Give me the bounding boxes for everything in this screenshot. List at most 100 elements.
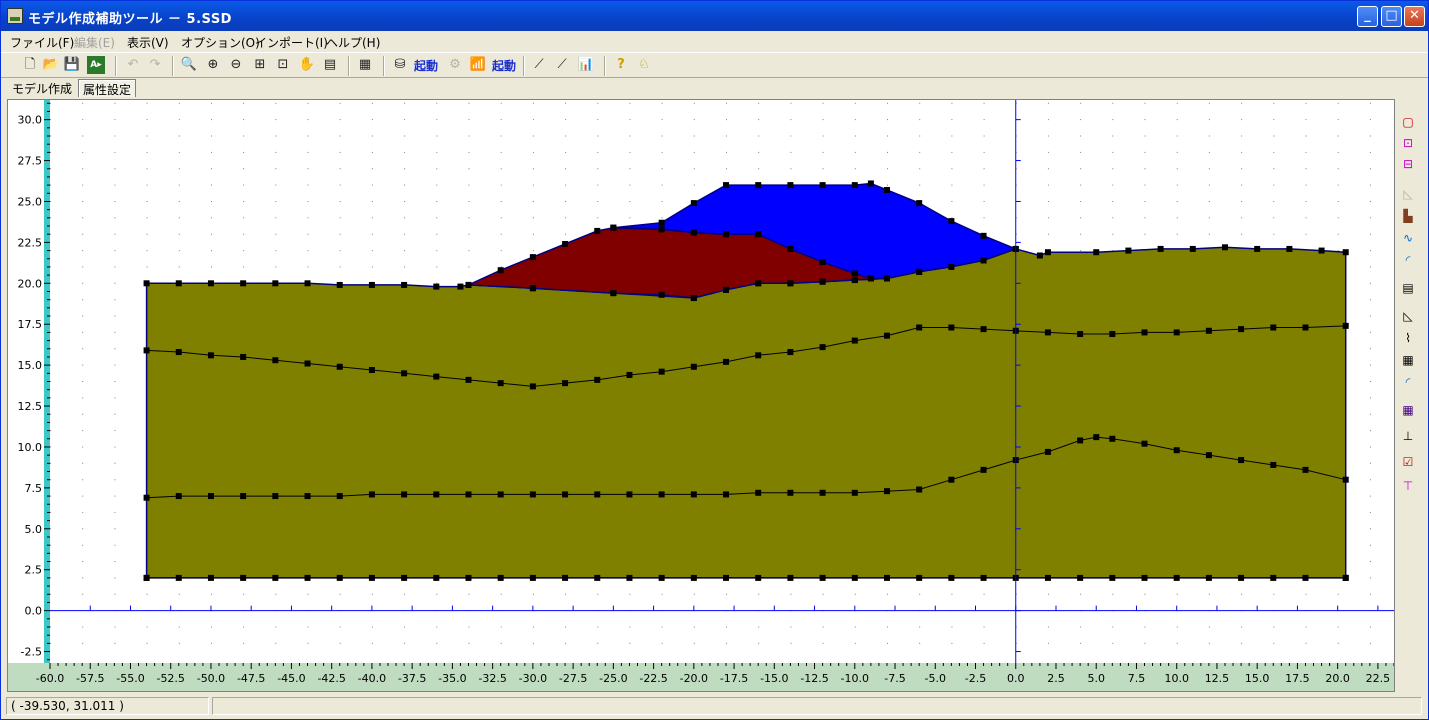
vertex-node bbox=[755, 231, 762, 238]
new-file-icon[interactable]: 🗋 bbox=[21, 56, 39, 74]
arc-icon[interactable]: ◜ bbox=[1399, 251, 1417, 269]
vertex-node bbox=[207, 280, 214, 287]
arc-table-icon[interactable]: ◜ bbox=[1399, 373, 1417, 391]
rect-edit-icon[interactable]: ⊡ bbox=[1399, 134, 1417, 152]
export-icon[interactable]: A▸ bbox=[87, 56, 105, 74]
cad-icon[interactable]: ⚙ bbox=[446, 56, 464, 74]
menu-view[interactable]: 表示(V) bbox=[127, 34, 169, 51]
vertex-node bbox=[1238, 326, 1245, 333]
vertex-node bbox=[916, 200, 923, 207]
vertex-node bbox=[368, 491, 375, 498]
vertex-node bbox=[787, 182, 794, 189]
attribute-table-icon[interactable]: ▦ bbox=[356, 56, 374, 74]
vertex-node bbox=[240, 574, 247, 581]
vertex-node bbox=[175, 574, 182, 581]
vertex-node bbox=[690, 363, 697, 370]
vertex-node bbox=[883, 275, 890, 282]
slope-icon[interactable]: ◺ bbox=[1399, 307, 1417, 325]
measure-icon[interactable]: ⊤ bbox=[1399, 477, 1417, 495]
open-folder-icon[interactable]: 📂 bbox=[42, 56, 60, 74]
save-icon[interactable]: 💾 bbox=[63, 56, 81, 74]
vertex-node bbox=[626, 491, 633, 498]
vertex-node bbox=[658, 491, 665, 498]
tab-attribute-settings[interactable]: 属性設定 bbox=[78, 79, 137, 97]
chart-icon[interactable]: 📶 bbox=[469, 56, 487, 74]
redraw-icon[interactable]: ▤ bbox=[321, 56, 339, 74]
app-window: モデル作成補助ツール － 5.SSD _ □ ✕ ファイル(F) 編集(E) 表… bbox=[0, 0, 1429, 720]
check-icon[interactable]: ☑ bbox=[1399, 453, 1417, 471]
fit-window-icon[interactable]: ⊡ bbox=[274, 56, 292, 74]
x-tick-label: -22.5 bbox=[639, 672, 667, 685]
vertex-node bbox=[690, 574, 697, 581]
vertex-node bbox=[658, 219, 665, 226]
fit-all-icon[interactable]: ⊞ bbox=[251, 56, 269, 74]
section-icon[interactable]: ⟋ bbox=[530, 56, 548, 74]
layer-table-icon[interactable]: ▦ bbox=[1399, 401, 1417, 419]
vertex-node bbox=[787, 280, 794, 287]
analysis-icon[interactable]: ⛁ bbox=[391, 56, 409, 74]
vertex-node bbox=[1270, 574, 1277, 581]
status-bar: ( -39.530, 31.011 ) bbox=[1, 694, 1428, 719]
draw-rect-icon[interactable]: ▢ bbox=[1399, 113, 1417, 131]
redo-icon[interactable]: ↷ bbox=[146, 56, 164, 74]
slope-disabled-icon[interactable]: ◺ bbox=[1399, 185, 1417, 203]
tab-model-creation[interactable]: モデル作成 bbox=[8, 79, 76, 97]
vertex-node bbox=[304, 574, 311, 581]
vertex-node bbox=[787, 489, 794, 496]
y-tick-label: 25.0 bbox=[18, 195, 43, 208]
menu-edit[interactable]: 編集(E) bbox=[74, 34, 115, 51]
vertex-node bbox=[1286, 245, 1293, 252]
maximize-button[interactable]: □ bbox=[1381, 6, 1402, 27]
section-bars-icon[interactable]: 📊 bbox=[577, 56, 595, 74]
launch-button-1[interactable]: 起動 bbox=[414, 57, 438, 74]
zoom-out-icon[interactable]: ⊖ bbox=[227, 56, 245, 74]
boundary-line-icon[interactable]: ⌇ bbox=[1399, 329, 1417, 347]
menu-help[interactable]: ヘルプ(H) bbox=[326, 34, 380, 51]
vertex-node bbox=[562, 241, 569, 248]
vertex-node bbox=[529, 491, 536, 498]
vertex-node bbox=[594, 227, 601, 234]
vertex-node bbox=[948, 574, 955, 581]
rect-node-icon[interactable]: ⊟ bbox=[1399, 155, 1417, 173]
toolbar-separator bbox=[523, 56, 525, 76]
properties-icon[interactable]: ▤ bbox=[1399, 279, 1417, 297]
menu-import[interactable]: インポート(I) bbox=[255, 34, 328, 51]
x-tick-label: -12.5 bbox=[800, 672, 828, 685]
toolbar-separator bbox=[383, 56, 385, 76]
zoom-area-icon[interactable]: 🔍 bbox=[180, 56, 198, 74]
layer-fill-icon[interactable]: ▙ bbox=[1399, 207, 1417, 225]
vertex-node bbox=[497, 380, 504, 387]
x-tick-label: -30.0 bbox=[519, 672, 547, 685]
vertex-node bbox=[980, 326, 987, 333]
x-tick-label: -42.5 bbox=[317, 672, 345, 685]
pan-hand-icon[interactable]: ✋ bbox=[298, 56, 316, 74]
vertex-node bbox=[175, 349, 182, 356]
help-icon[interactable]: ? bbox=[612, 56, 630, 74]
vertex-node bbox=[723, 491, 730, 498]
minimize-button[interactable]: _ bbox=[1357, 6, 1378, 27]
vertex-node bbox=[401, 370, 408, 377]
y-tick-label: 17.5 bbox=[18, 318, 43, 331]
grid-table-icon[interactable]: ▦ bbox=[1399, 351, 1417, 369]
water-line-icon[interactable]: ∿ bbox=[1399, 229, 1417, 247]
y-tick-label: 10.0 bbox=[18, 441, 43, 454]
vertex-node bbox=[368, 367, 375, 374]
launch-button-2[interactable]: 起動 bbox=[492, 57, 516, 74]
close-button[interactable]: ✕ bbox=[1404, 6, 1425, 27]
drawing-canvas[interactable]: 30.0 27.5 25.0 22.5 20.0 17.5 15.0 12.5 10.0 7.5 5… bbox=[7, 99, 1395, 692]
load-icon[interactable]: ⊥ bbox=[1399, 427, 1417, 445]
title-bar[interactable]: モデル作成補助ツール － 5.SSD _ □ ✕ bbox=[1, 1, 1428, 31]
context-help-icon[interactable]: ♘ bbox=[635, 56, 653, 74]
y-tick-label: 5.0 bbox=[25, 523, 43, 536]
vertex-node bbox=[207, 352, 214, 359]
menu-options[interactable]: オプション(O) bbox=[181, 34, 260, 51]
menu-file[interactable]: ファイル(F) bbox=[10, 34, 74, 51]
section-profile-icon[interactable]: ⟋ bbox=[553, 56, 571, 74]
model-section-plot[interactable]: 30.0 27.5 25.0 22.5 20.0 17.5 15.0 12.5 10.0 7.5 5… bbox=[8, 100, 1395, 691]
zoom-in-icon[interactable]: ⊕ bbox=[204, 56, 222, 74]
vertex-node bbox=[304, 280, 311, 287]
undo-icon[interactable]: ↶ bbox=[124, 56, 142, 74]
vertex-node bbox=[207, 574, 214, 581]
vertex-node bbox=[658, 291, 665, 298]
mode-tabs: モデル作成 属性設定 bbox=[1, 78, 1428, 98]
